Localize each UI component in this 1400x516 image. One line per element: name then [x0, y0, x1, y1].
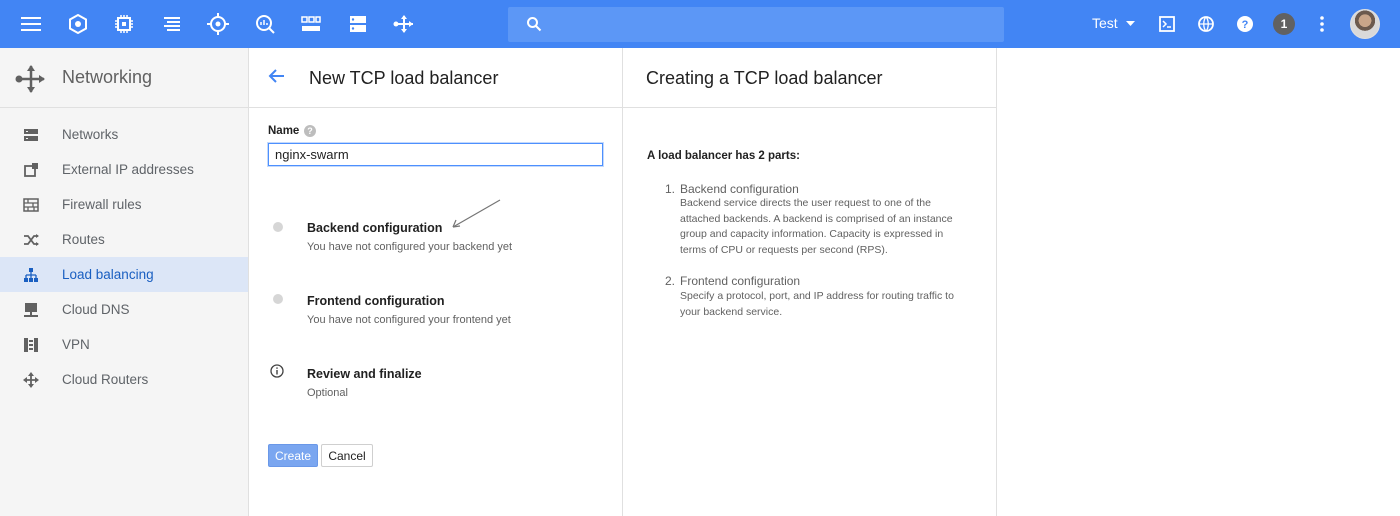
vpn-icon: [24, 338, 38, 352]
back-arrow-icon[interactable]: [267, 68, 285, 89]
help-item-title: Frontend configuration: [680, 274, 801, 288]
external-ip-icon: [24, 163, 38, 177]
networks-icon: [24, 129, 38, 141]
name-field[interactable]: [268, 143, 603, 166]
help-item-number: 2.: [665, 274, 676, 288]
page-title: New TCP load balancer: [309, 68, 499, 88]
sidebar-item-label: Cloud DNS: [62, 302, 130, 317]
search-input[interactable]: [556, 7, 986, 42]
monitoring-icon[interactable]: [206, 12, 230, 36]
load-balancing-icon: [24, 268, 38, 282]
help-item-number: 1.: [665, 182, 676, 196]
top-bar: Test ? 1: [0, 0, 1400, 48]
name-help-icon[interactable]: ?: [304, 125, 316, 137]
more-vert-icon[interactable]: [1310, 12, 1334, 36]
search-bar[interactable]: [508, 7, 1004, 42]
frontend-step-title[interactable]: Frontend configuration: [307, 294, 444, 308]
networking-logo-icon: [14, 62, 48, 101]
sidebar-title: Networking: [62, 67, 153, 87]
help-icon[interactable]: ?: [1233, 12, 1257, 36]
compute-engine-icon[interactable]: [112, 12, 136, 36]
logging-icon[interactable]: [160, 12, 184, 36]
sidebar-item-label: Networks: [62, 127, 119, 142]
help-item-description: Backend service directs the user request…: [680, 197, 953, 256]
sidebar-item-routes[interactable]: Routes: [0, 222, 248, 257]
backend-step-subtitle: You have not configured your backend yet: [307, 241, 513, 253]
sidebar-item-label: Firewall rules: [62, 197, 142, 212]
info-icon: [270, 364, 284, 378]
sidebar-item-label: Load balancing: [62, 267, 154, 282]
frontend-step-indicator: [273, 294, 283, 304]
notifications-icon[interactable]: [1194, 12, 1218, 36]
firewall-icon: [23, 198, 39, 212]
annotation-arrow-icon: [452, 199, 501, 228]
project-name: Test: [1092, 15, 1118, 31]
help-header: Creating a TCP load balancer: [623, 48, 996, 108]
form-panel: New TCP load balancer Name ? Backend con…: [249, 48, 623, 516]
sidebar-item-label: VPN: [62, 337, 90, 352]
sidebar-item-external-ip[interactable]: External IP addresses: [0, 152, 248, 187]
svg-text:?: ?: [1242, 19, 1249, 31]
cloud-dns-icon: [24, 303, 38, 317]
backend-step-indicator: [273, 222, 283, 232]
notification-badge[interactable]: 1: [1273, 13, 1295, 35]
sidebar-item-load-balancing[interactable]: Load balancing: [0, 257, 248, 292]
create-button[interactable]: Create: [268, 444, 318, 467]
review-step-title[interactable]: Review and finalize: [307, 367, 422, 381]
routes-icon: [24, 234, 39, 246]
help-title: Creating a TCP load balancer: [646, 68, 883, 88]
cloud-routers-icon: [23, 372, 39, 388]
project-selector[interactable]: Test: [1092, 15, 1135, 31]
sidebar: Networking Networks External IP addresse…: [0, 48, 249, 516]
sidebar-item-vpn[interactable]: VPN: [0, 327, 248, 362]
backend-step-title[interactable]: Backend configuration: [307, 221, 442, 235]
review-step-subtitle: Optional: [307, 387, 348, 399]
storage-icon[interactable]: [346, 12, 370, 36]
form-header: New TCP load balancer: [249, 48, 622, 108]
frontend-step-subtitle: You have not configured your frontend ye…: [307, 314, 511, 326]
avatar[interactable]: [1350, 9, 1380, 39]
help-panel: Creating a TCP load balancer A load bala…: [623, 48, 997, 516]
sidebar-item-cloud-routers[interactable]: Cloud Routers: [0, 362, 248, 397]
cloud-shell-icon[interactable]: [1155, 12, 1179, 36]
sidebar-item-firewall[interactable]: Firewall rules: [0, 187, 248, 222]
sidebar-item-label: External IP addresses: [62, 162, 194, 177]
help-item-description: Specify a protocol, port, and IP address…: [680, 290, 954, 318]
sidebar-item-networks[interactable]: Networks: [0, 117, 248, 152]
help-item-title: Backend configuration: [680, 182, 799, 196]
help-intro: A load balancer has 2 parts:: [647, 150, 800, 162]
sidebar-item-label: Cloud Routers: [62, 372, 149, 387]
name-label: Name: [268, 125, 300, 137]
cancel-button[interactable]: Cancel: [321, 444, 373, 467]
app-engine-icon[interactable]: [66, 12, 90, 36]
trace-icon[interactable]: [253, 12, 277, 36]
menu-icon[interactable]: [19, 12, 43, 36]
sidebar-item-cloud-dns[interactable]: Cloud DNS: [0, 292, 248, 327]
deployment-icon[interactable]: [299, 12, 323, 36]
caret-down-icon: [1125, 20, 1135, 26]
sidebar-item-label: Routes: [62, 232, 105, 247]
sidebar-header: Networking: [0, 48, 248, 108]
networking-icon[interactable]: [392, 12, 416, 36]
search-icon: [526, 16, 542, 37]
